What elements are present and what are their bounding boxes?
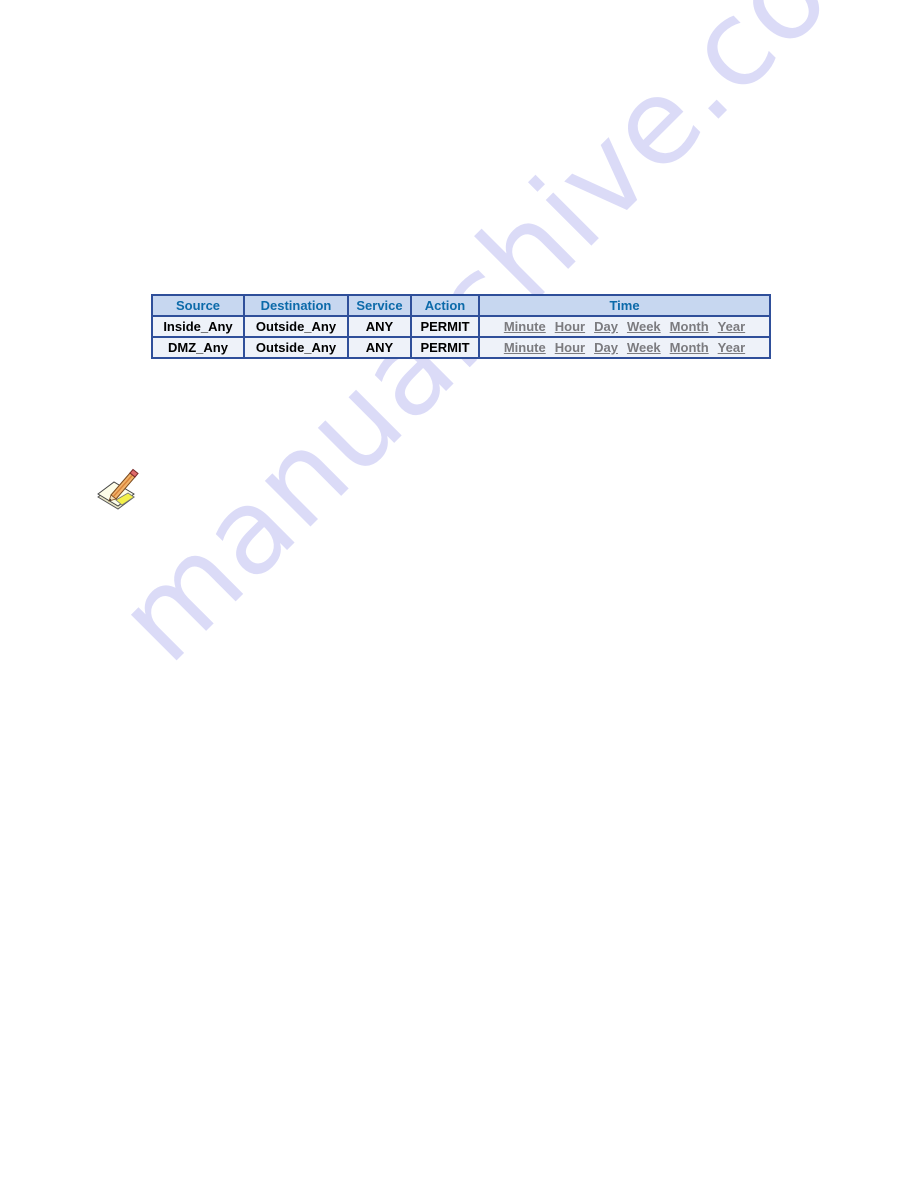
time-link-week[interactable]: Week (627, 340, 661, 355)
note-pencil-icon (94, 467, 140, 513)
table-row: DMZ_Any Outside_Any ANY PERMIT Minute Ho… (151, 336, 771, 359)
table-row: Inside_Any Outside_Any ANY PERMIT Minute… (151, 315, 771, 338)
cell-action: PERMIT (410, 315, 480, 338)
header-time: Time (478, 294, 771, 317)
cell-service: ANY (347, 315, 412, 338)
time-link-hour[interactable]: Hour (555, 319, 585, 334)
cell-destination: Outside_Any (243, 315, 349, 338)
time-link-day[interactable]: Day (594, 340, 618, 355)
header-action: Action (410, 294, 480, 317)
time-link-hour[interactable]: Hour (555, 340, 585, 355)
time-link-month[interactable]: Month (670, 319, 709, 334)
cell-service: ANY (347, 336, 412, 359)
cell-destination: Outside_Any (243, 336, 349, 359)
policy-statistics-table: Source Destination Service Action Time I… (151, 294, 771, 359)
cell-time: Minute Hour Day Week Month Year (478, 315, 771, 338)
cell-source: DMZ_Any (151, 336, 245, 359)
time-link-year[interactable]: Year (718, 319, 745, 334)
cell-source: Inside_Any (151, 315, 245, 338)
table-header-row: Source Destination Service Action Time (151, 294, 771, 317)
time-link-minute[interactable]: Minute (504, 319, 546, 334)
header-destination: Destination (243, 294, 349, 317)
time-link-week[interactable]: Week (627, 319, 661, 334)
time-link-minute[interactable]: Minute (504, 340, 546, 355)
cell-time: Minute Hour Day Week Month Year (478, 336, 771, 359)
cell-action: PERMIT (410, 336, 480, 359)
time-link-year[interactable]: Year (718, 340, 745, 355)
header-source: Source (151, 294, 245, 317)
header-service: Service (347, 294, 412, 317)
time-link-month[interactable]: Month (670, 340, 709, 355)
time-link-day[interactable]: Day (594, 319, 618, 334)
